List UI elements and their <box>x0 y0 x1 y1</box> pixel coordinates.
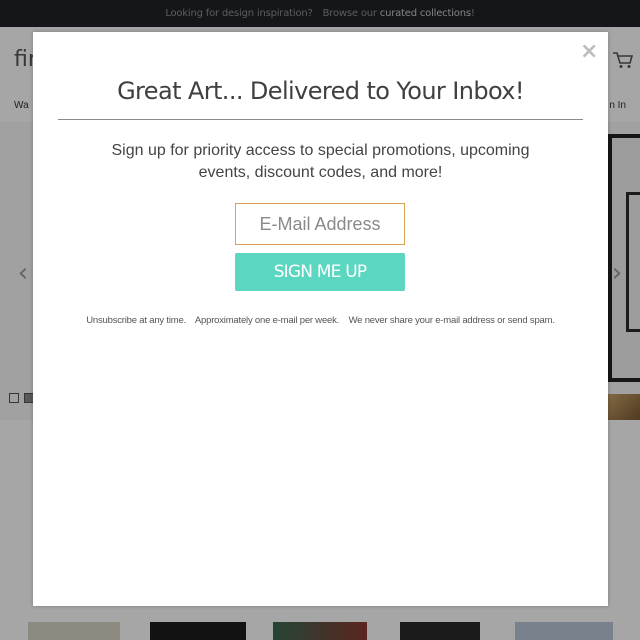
email-field[interactable] <box>235 203 405 245</box>
frequency-note: Approximately one e-mail per week. <box>194 315 340 326</box>
title-divider <box>58 119 583 120</box>
modal-title: Great Art... Delivered to Your Inbox! <box>117 77 524 105</box>
sign-me-up-button[interactable]: SIGN ME UP <box>235 253 405 291</box>
modal-subtitle: Sign up for priority access to special p… <box>111 142 530 181</box>
close-button[interactable]: × <box>580 41 598 63</box>
newsletter-modal: × Great Art... Delivered to Your Inbox! … <box>33 32 608 606</box>
disclaimer-text: Unsubscribe at any time. Approximately o… <box>33 315 608 326</box>
unsubscribe-note: Unsubscribe at any time. <box>86 315 186 326</box>
privacy-note: We never share your e-mail address or se… <box>348 315 555 326</box>
